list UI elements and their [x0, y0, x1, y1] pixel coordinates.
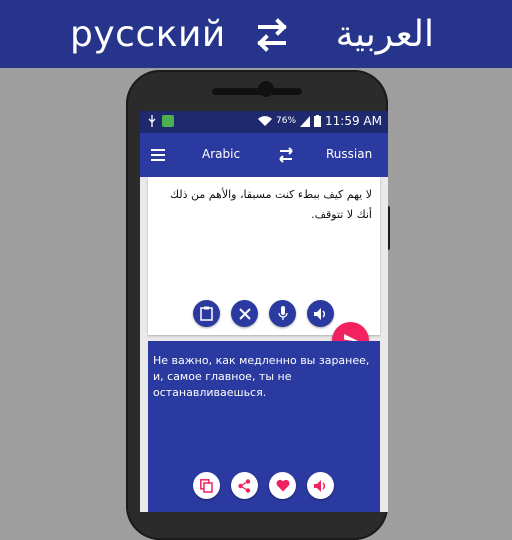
phone-screen: 76% 11:59 AM Arabic Russian لا يهم كيف ب… [140, 111, 388, 512]
battery-icon [314, 115, 322, 127]
speak-source-button[interactable] [307, 300, 334, 327]
status-time: 11:59 AM [325, 114, 382, 128]
translation-result-card: Не важно, как медленно вы заранее, и, са… [148, 341, 380, 512]
speaker-icon [313, 307, 325, 320]
microphone-icon [277, 306, 288, 320]
speaker-icon [313, 479, 325, 492]
wifi-icon [258, 115, 273, 126]
source-text[interactable]: لا يهم كيف ببطء كنت مسبقا، والأهم من ذلك… [156, 185, 372, 225]
close-icon [238, 307, 251, 320]
banner-source-language: العربية [335, 14, 434, 55]
source-text-card[interactable]: لا يهم كيف ببطء كنت مسبقا، والأهم من ذلك… [148, 177, 380, 335]
banner-target-language: русский [70, 14, 226, 55]
target-language-selector[interactable]: Russian [326, 147, 372, 161]
copy-icon [200, 478, 213, 493]
swap-languages-icon [257, 18, 287, 52]
usb-icon [148, 115, 156, 127]
battery-percent: 76% [276, 116, 297, 126]
clipboard-icon [200, 306, 213, 321]
app-notification-icon [162, 115, 174, 127]
swap-icon[interactable] [276, 145, 296, 165]
speak-translation-button[interactable] [307, 472, 334, 499]
share-button[interactable] [231, 472, 258, 499]
source-language-selector[interactable]: Arabic [202, 147, 240, 161]
clear-button[interactable] [231, 300, 258, 327]
heart-icon [276, 479, 289, 492]
status-bar: 76% 11:59 AM [140, 111, 388, 133]
app-bar: Arabic Russian [140, 133, 388, 177]
phone-speaker [212, 88, 302, 95]
favorite-button[interactable] [269, 472, 296, 499]
translation-text: Не важно, как медленно вы заранее, и, са… [153, 354, 370, 399]
top-banner: русский العربية [0, 0, 512, 68]
voice-input-button[interactable] [269, 300, 296, 327]
signal-icon [300, 115, 311, 127]
share-icon [238, 478, 251, 493]
front-camera [258, 81, 274, 97]
menu-icon[interactable] [150, 146, 168, 164]
paste-button[interactable] [193, 300, 220, 327]
copy-button[interactable] [193, 472, 220, 499]
